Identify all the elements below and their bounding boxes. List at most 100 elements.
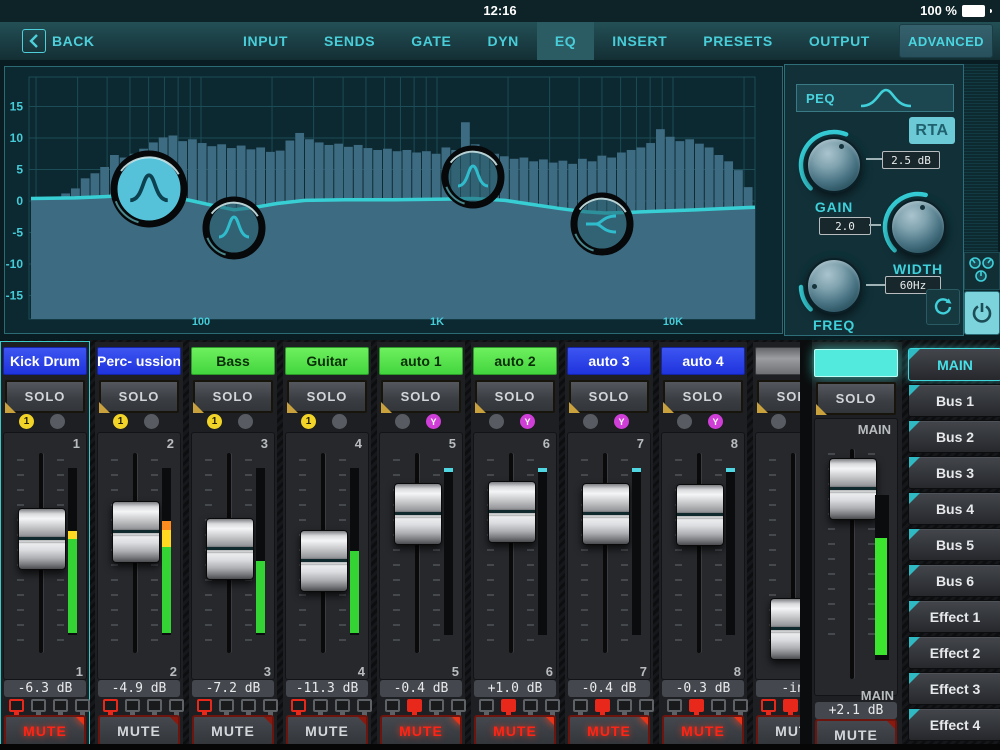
solo-button[interactable]: SOLO xyxy=(475,380,555,413)
tab-presets[interactable]: PRESETS xyxy=(685,22,791,60)
mute-button[interactable]: MUTE xyxy=(474,715,556,746)
freq-knob[interactable] xyxy=(795,247,873,325)
channel-strip-2: Perc- ussion SOLO 1 2 2 -4.9 dB MUTE xyxy=(95,342,184,746)
bus-button-bus-2[interactable]: Bus 2 xyxy=(908,420,1000,453)
tab-insert[interactable]: INSERT xyxy=(594,22,685,60)
gain-label: GAIN xyxy=(814,199,854,215)
channel-fader[interactable] xyxy=(206,518,254,580)
mute-group-indicator xyxy=(147,699,162,716)
bus-button-effect-3[interactable]: Effect 3 xyxy=(908,672,1000,705)
tab-output[interactable]: OUTPUT xyxy=(791,22,888,60)
gain-knob[interactable] xyxy=(795,126,873,204)
tab-input[interactable]: INPUT xyxy=(225,22,306,60)
main-fader[interactable] xyxy=(829,458,877,520)
channel-fader[interactable] xyxy=(394,483,442,545)
bus-button-effect-4[interactable]: Effect 4 xyxy=(908,708,1000,741)
channel-fader[interactable] xyxy=(18,508,66,570)
advanced-button[interactable]: ADVANCED xyxy=(899,24,993,58)
solo-button[interactable]: SOLO xyxy=(381,380,461,413)
filter-type-dropdown[interactable]: PEQ xyxy=(796,84,954,112)
channel-name-label[interactable]: Guitar xyxy=(285,347,369,375)
channel-name-label[interactable]: Kick Drum xyxy=(3,347,87,375)
eq-band-handle-4[interactable] xyxy=(570,192,634,256)
width-value[interactable]: 2.0 xyxy=(819,217,871,235)
solo-button[interactable]: SOLO xyxy=(663,380,743,413)
channel-fader[interactable] xyxy=(582,483,630,545)
bus-button-main[interactable]: MAIN xyxy=(908,348,1000,381)
mute-button[interactable]: MUTE xyxy=(662,715,744,746)
link-badge: 1 xyxy=(301,414,316,429)
channel-number-bottom: 5 xyxy=(451,664,459,679)
link-badge: Y xyxy=(520,414,535,429)
solo-button[interactable]: SOLO xyxy=(816,382,896,415)
mute-group-indicator xyxy=(357,699,372,716)
meter-segment xyxy=(68,531,77,539)
eq-band-handle-3[interactable] xyxy=(441,145,505,209)
main-select-label[interactable] xyxy=(814,349,898,377)
tab-sends[interactable]: SENDS xyxy=(306,22,393,60)
channel-name-label[interactable]: auto 3 xyxy=(567,347,651,375)
mute-button[interactable]: MUTE xyxy=(4,715,86,746)
bus-button-bus-1[interactable]: Bus 1 xyxy=(908,384,1000,417)
reset-band-button[interactable] xyxy=(926,289,960,325)
channel-fader[interactable] xyxy=(112,501,160,563)
rta-button[interactable]: RTA xyxy=(909,117,955,144)
channel-name-label[interactable]: Bass xyxy=(191,347,275,375)
solo-button[interactable]: SOLO xyxy=(287,380,367,413)
status-dot xyxy=(583,414,598,429)
svg-text:15: 15 xyxy=(10,100,24,114)
channel-name-label[interactable]: Perc- ussion xyxy=(97,347,181,375)
channel-fader[interactable] xyxy=(488,481,536,543)
bus-button-bus-4[interactable]: Bus 4 xyxy=(908,492,1000,525)
channel-number-top: 8 xyxy=(730,436,738,451)
solo-button[interactable]: SOLO xyxy=(99,380,179,413)
channel-fader[interactable] xyxy=(770,598,800,660)
filter-type-label: PEQ xyxy=(806,90,835,106)
tab-eq[interactable]: EQ xyxy=(536,22,595,60)
fader-track[interactable] xyxy=(697,453,701,653)
solo-button[interactable]: SOLO xyxy=(757,380,800,413)
solo-button[interactable]: SOLO xyxy=(569,380,649,413)
back-button[interactable]: BACK xyxy=(22,29,94,53)
tab-gate[interactable]: GATE xyxy=(393,22,469,60)
channel-fader[interactable] xyxy=(676,484,724,546)
mute-group-indicator xyxy=(53,699,68,716)
main-strip: SOLO MAIN MAIN +2.1 dB MUTE xyxy=(812,342,902,750)
solo-button[interactable]: SOLO xyxy=(5,380,85,413)
channel-name-label[interactable]: auto 2 xyxy=(473,347,557,375)
status-dot xyxy=(677,414,692,429)
channel-name-label[interactable] xyxy=(755,347,800,375)
link-badge: 1 xyxy=(113,414,128,429)
mute-button[interactable]: MUTE xyxy=(380,715,462,746)
mute-group-indicator xyxy=(313,699,328,716)
tab-dyn[interactable]: DYN xyxy=(470,22,537,60)
level-meter xyxy=(726,468,735,635)
gain-value[interactable]: 2.5 dB xyxy=(882,151,940,169)
eq-band-handle-2[interactable] xyxy=(202,196,266,260)
eq-band-controls-panel: PEQ RTA GAIN 2.5 dB WIDTH 2.0 FREQ 60Hz xyxy=(784,64,964,336)
power-button[interactable] xyxy=(964,291,1000,335)
bus-button-bus-5[interactable]: Bus 5 xyxy=(908,528,1000,561)
channel-number-bottom: 8 xyxy=(733,664,741,679)
channel-fader[interactable] xyxy=(300,530,348,592)
channel-name-label[interactable]: auto 1 xyxy=(379,347,463,375)
channel-name-label[interactable]: auto 4 xyxy=(661,347,745,375)
channel-number-bottom: 1 xyxy=(75,664,83,679)
bus-button-effect-2[interactable]: Effect 2 xyxy=(908,636,1000,669)
mute-button[interactable]: MUTE xyxy=(568,715,650,746)
bus-button-bus-6[interactable]: Bus 6 xyxy=(908,564,1000,597)
mute-button[interactable]: MUTE xyxy=(98,715,180,746)
width-knob[interactable] xyxy=(879,188,957,266)
mute-button[interactable]: MUTE xyxy=(756,715,800,746)
eq-section: 15 10 5 0 -5 -10 -15 100 1K 10K PEQ RTA GAIN 2.5 … xyxy=(0,60,1000,340)
mute-button[interactable]: MUTE xyxy=(286,715,368,746)
bus-button-effect-1[interactable]: Effect 1 xyxy=(908,600,1000,633)
bus-button-bus-3[interactable]: Bus 3 xyxy=(908,456,1000,489)
level-meter xyxy=(68,468,77,635)
eq-graph-panel[interactable]: 15 10 5 0 -5 -10 -15 100 1K 10K xyxy=(4,66,783,334)
mute-button[interactable]: MUTE xyxy=(192,715,274,746)
solo-button[interactable]: SOLO xyxy=(193,380,273,413)
channel-controls-icon[interactable] xyxy=(964,252,1000,290)
eq-band-handle-1[interactable] xyxy=(110,150,188,228)
eq-graph[interactable]: 15 10 5 0 -5 -10 -15 100 1K 10K xyxy=(5,67,780,331)
